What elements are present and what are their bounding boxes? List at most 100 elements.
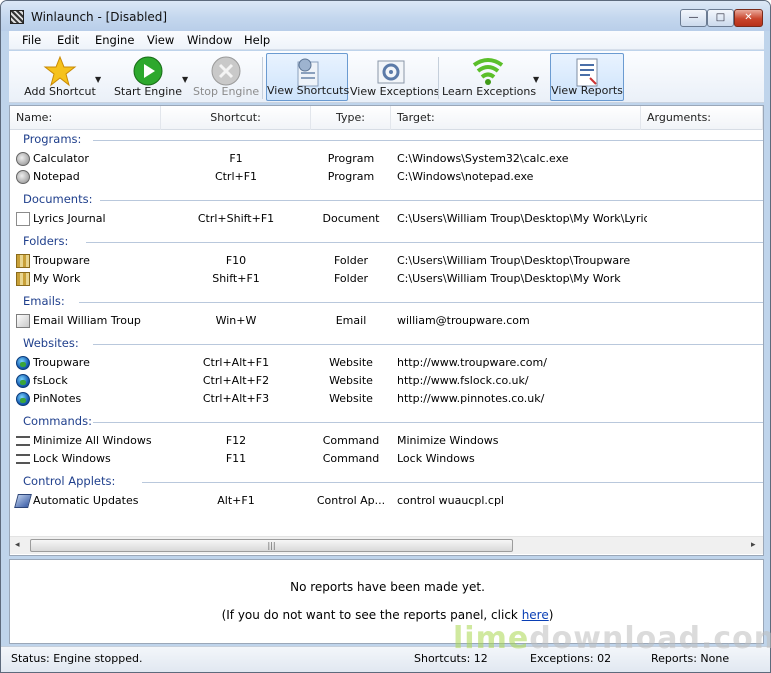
row-shortcut: Alt+F1 <box>217 494 255 507</box>
view-exceptions-button[interactable]: View Exceptions <box>350 53 439 101</box>
table-row[interactable]: Calculator F1 Program C:\Windows\System32\c… <box>10 150 763 168</box>
app-window: Winlaunch - [Disabled] — □ ✕ File Edit E… <box>0 0 771 673</box>
exceptions-icon <box>374 55 408 87</box>
add-shortcut-button[interactable]: Add Shortcut <box>15 53 105 101</box>
row-type: Website <box>329 392 373 405</box>
column-header-name[interactable]: Name: <box>10 106 161 130</box>
menu-file[interactable]: File <box>22 33 41 47</box>
learn-exceptions-dropdown-icon[interactable]: ▼ <box>533 75 541 84</box>
status-bar: Status: Engine stopped. Shortcuts: 12 Ex… <box>1 646 770 672</box>
row-name: Lock Windows <box>33 452 111 465</box>
horizontal-scrollbar[interactable]: ◂ ||| ▸ <box>10 536 763 554</box>
column-header-arguments[interactable]: Arguments: <box>641 106 763 130</box>
exceptions-count: Exceptions: 02 <box>530 652 612 665</box>
row-name: Calculator <box>33 152 89 165</box>
learn-exceptions-button[interactable]: Learn Exceptions <box>442 53 536 101</box>
column-header-target[interactable]: Target: <box>391 106 641 130</box>
column-header-row: Name: Shortcut: Type: Target: Arguments: <box>10 106 763 130</box>
menu-engine[interactable]: Engine <box>95 33 134 47</box>
start-engine-button[interactable]: Start Engine <box>110 53 186 101</box>
hide-reports-link[interactable]: here <box>522 608 549 622</box>
reports-empty-message: No reports have been made yet. <box>290 580 485 594</box>
row-name: Minimize All Windows <box>33 434 152 447</box>
toolbar: Add Shortcut ▼ Start Engine ▼ Stop Engin… <box>9 51 764 103</box>
row-target: control wuaucpl.cpl <box>397 494 504 507</box>
row-shortcut: F10 <box>225 254 247 267</box>
row-name: Email William Troup <box>33 314 141 327</box>
row-name: Troupware <box>33 356 90 369</box>
group-header[interactable]: Websites: <box>23 336 79 352</box>
row-target: http://www.fslock.co.uk/ <box>397 374 529 387</box>
globe-icon <box>16 356 30 370</box>
scroll-right-icon[interactable]: ▸ <box>751 540 756 550</box>
program-icon <box>16 170 30 184</box>
row-type: Folder <box>334 272 368 285</box>
group-header[interactable]: Folders: <box>23 234 68 250</box>
row-type: Control Ap... <box>316 494 386 507</box>
menu-edit[interactable]: Edit <box>57 33 79 47</box>
table-row[interactable]: My Work Shift+F1 Folder C:\Users\William Tr… <box>10 270 763 288</box>
row-shortcut: F1 <box>229 152 243 165</box>
row-name: PinNotes <box>33 392 82 405</box>
star-icon <box>43 55 77 87</box>
table-row[interactable]: Notepad Ctrl+F1 Program C:\Windows\notepad.… <box>10 168 763 186</box>
row-shortcut: Ctrl+Alt+F1 <box>202 356 270 369</box>
row-shortcut: Ctrl+F1 <box>214 170 258 183</box>
globe-icon <box>16 392 30 406</box>
row-type: Folder <box>334 254 368 267</box>
group-divider <box>93 344 763 345</box>
window-title: Winlaunch - [Disabled] <box>31 10 168 24</box>
row-target: Lock Windows <box>397 452 475 465</box>
row-target: Minimize Windows <box>397 434 499 447</box>
globe-icon <box>16 374 30 388</box>
table-row[interactable]: Lock Windows F11 Command Lock Windows <box>10 450 763 468</box>
title-bar[interactable]: Winlaunch - [Disabled] — □ ✕ <box>1 1 770 31</box>
table-row[interactable]: Automatic Updates Alt+F1 Control Ap... cont… <box>10 492 763 510</box>
group-header[interactable]: Commands: <box>23 414 92 430</box>
start-engine-dropdown-icon[interactable]: ▼ <box>182 75 190 84</box>
menu-window[interactable]: Window <box>187 33 232 47</box>
table-row[interactable]: fsLock Ctrl+Alt+F2 Website http://www.fsloc… <box>10 372 763 390</box>
scrollbar-thumb[interactable]: ||| <box>30 539 513 552</box>
group-header[interactable]: Documents: <box>23 192 92 208</box>
group-divider <box>100 200 763 201</box>
table-row[interactable]: Minimize All Windows F12 Command Minimize W… <box>10 432 763 450</box>
view-shortcuts-button[interactable]: View Shortcuts <box>266 53 349 101</box>
row-target: C:\Windows\notepad.exe <box>397 170 534 183</box>
group-header[interactable]: Programs: <box>23 132 81 148</box>
row-target: C:\Windows\System32\calc.exe <box>397 152 569 165</box>
table-row[interactable]: Troupware F10 Folder C:\Users\William Troup… <box>10 252 763 270</box>
program-icon <box>16 152 30 166</box>
row-shortcut: Win+W <box>215 314 257 327</box>
table-row[interactable]: Email William Troup Win+W Email william@tro… <box>10 312 763 330</box>
column-header-shortcut[interactable]: Shortcut: <box>161 106 311 130</box>
row-name: fsLock <box>33 374 68 387</box>
minimize-button[interactable]: — <box>680 9 707 27</box>
row-target: william@troupware.com <box>397 314 530 327</box>
close-button[interactable]: ✕ <box>734 9 763 27</box>
reports-hint: (If you do not want to see the reports p… <box>221 608 554 622</box>
group-header[interactable]: Control Applets: <box>23 474 115 490</box>
table-row[interactable]: PinNotes Ctrl+Alt+F3 Website http://www.pin… <box>10 390 763 408</box>
folder-icon <box>16 272 30 286</box>
scroll-left-icon[interactable]: ◂ <box>15 540 20 550</box>
add-shortcut-dropdown-icon[interactable]: ▼ <box>95 75 103 84</box>
menu-help[interactable]: Help <box>244 33 270 47</box>
group-divider <box>93 422 763 423</box>
row-target: C:\Users\William Troup\Desktop\My Work\L… <box>397 212 647 225</box>
group-divider <box>93 140 763 141</box>
column-header-type[interactable]: Type: <box>311 106 391 130</box>
menu-view[interactable]: View <box>147 33 174 47</box>
table-row[interactable]: Lyrics Journal Ctrl+Shift+F1 Document C:\Us… <box>10 210 763 228</box>
view-reports-button[interactable]: View Reports <box>550 53 624 101</box>
stop-engine-button[interactable]: Stop Engine <box>193 53 259 101</box>
row-type: Command <box>322 452 380 465</box>
maximize-button[interactable]: □ <box>707 9 734 27</box>
group-divider <box>79 302 763 303</box>
table-row[interactable]: Troupware Ctrl+Alt+F1 Website http://www.tr… <box>10 354 763 372</box>
row-name: Lyrics Journal <box>33 212 106 225</box>
command-icon <box>16 436 30 446</box>
group-header[interactable]: Emails: <box>23 294 65 310</box>
row-type: Website <box>329 356 373 369</box>
group-divider <box>142 482 763 483</box>
